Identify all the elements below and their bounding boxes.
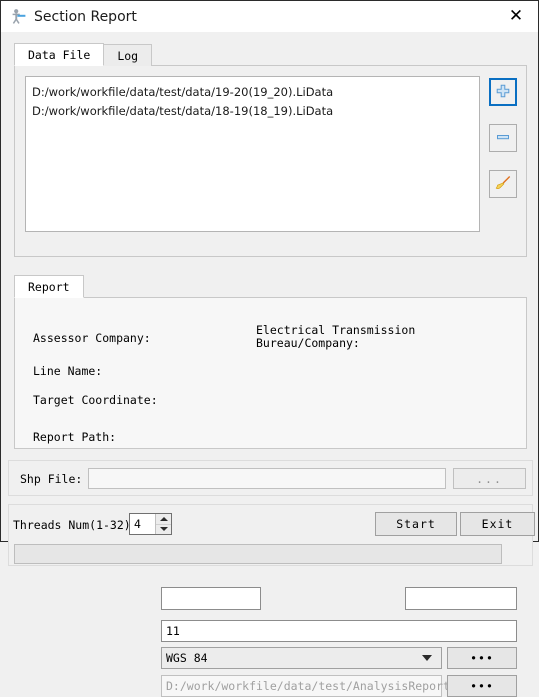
triangle-up-icon: [159, 516, 168, 521]
minus-icon: [495, 129, 511, 148]
start-button[interactable]: Start: [375, 512, 457, 536]
tab-data-file[interactable]: Data File: [14, 43, 105, 66]
file-list-buttons: [489, 76, 517, 232]
report-path-row: Report Path:: [33, 430, 116, 444]
data-file-tabwidget: Data File Log D:/work/workfile/data/test…: [14, 43, 527, 258]
target-coordinate-label: Target Coordinate:: [33, 393, 158, 407]
stepper-up-button[interactable]: [156, 514, 171, 525]
progress-bar: [14, 544, 502, 564]
threads-num-value[interactable]: 4: [130, 514, 155, 534]
app-person-icon: [10, 8, 27, 25]
line-name-field[interactable]: 11: [161, 620, 517, 642]
assessor-company-row: Assessor Company:: [33, 331, 151, 345]
tab-data-file-label: Data File: [28, 47, 91, 62]
target-coordinate-browse-button[interactable]: •••: [447, 647, 517, 669]
data-file-panel: D:/work/workfile/data/test/data/19-20(19…: [14, 65, 527, 257]
list-item[interactable]: D:/work/workfile/data/test/data/18-19(18…: [32, 102, 474, 121]
shp-file-browse-button[interactable]: ...: [453, 468, 526, 489]
electrical-bureau-label-line2: Bureau/Company:: [256, 336, 360, 350]
tab-report[interactable]: Report: [14, 275, 84, 298]
line-name-row: Line Name:: [33, 364, 102, 378]
clear-files-button[interactable]: [489, 170, 517, 198]
report-panel: Assessor Company: Electrical Transmissio…: [14, 297, 527, 697]
brush-icon: [494, 174, 512, 195]
top-tabbar: Data File Log: [14, 43, 527, 66]
line-name-label: Line Name:: [33, 364, 103, 378]
chevron-down-icon: [422, 655, 432, 661]
window-body: Data File Log D:/work/workfile/data/test…: [1, 32, 538, 697]
assessor-company-field[interactable]: [161, 587, 261, 610]
stepper-down-button[interactable]: [156, 524, 171, 534]
shp-file-group: Shp File: ...: [8, 460, 533, 496]
report-path-field[interactable]: D:/work/workfile/data/test/AnalysisRepor…: [161, 675, 457, 697]
plus-icon: [495, 83, 511, 102]
file-list[interactable]: D:/work/workfile/data/test/data/19-20(19…: [25, 76, 480, 232]
report-tabwidget: Report Assessor Company: Electrical Tran…: [14, 275, 527, 697]
tab-report-label: Report: [28, 279, 70, 294]
close-icon[interactable]: ✕: [494, 1, 538, 32]
bottom-group: Threads Num(1-32): 4 Start Exit: [8, 504, 535, 566]
exit-button[interactable]: Exit: [460, 512, 535, 536]
assessor-company-label: Assessor Company:: [33, 331, 151, 345]
tab-log-label: Log: [117, 48, 139, 63]
electrical-bureau-field[interactable]: [405, 587, 517, 610]
tab-log[interactable]: Log: [103, 44, 153, 66]
window-title: Section Report: [34, 8, 137, 25]
file-list-row: D:/work/workfile/data/test/data/19-20(19…: [15, 66, 526, 241]
list-item[interactable]: D:/work/workfile/data/test/data/19-20(19…: [32, 83, 474, 102]
add-file-button[interactable]: [489, 78, 517, 106]
electrical-bureau-label-group: Electrical Transmission Bureau/Company:: [256, 324, 415, 350]
triangle-down-icon: [159, 527, 168, 532]
threads-num-stepper[interactable]: 4: [129, 513, 172, 535]
report-path-label: Report Path:: [33, 430, 117, 444]
section-report-window: Section Report ✕ Data File Log D:/work/w…: [0, 0, 539, 697]
threads-num-arrows: [155, 514, 171, 534]
threads-num-label: Threads Num(1-32):: [13, 518, 138, 532]
title-bar: Section Report ✕: [1, 1, 538, 32]
target-coordinate-row: Target Coordinate:: [33, 393, 158, 407]
target-coordinate-select[interactable]: WGS 84: [161, 647, 442, 669]
report-tabbar: Report: [14, 275, 527, 298]
remove-file-button[interactable]: [489, 124, 517, 152]
shp-file-label: Shp File:: [20, 472, 83, 486]
report-path-browse-button[interactable]: •••: [447, 675, 517, 697]
shp-file-field[interactable]: [88, 468, 446, 489]
target-coordinate-value: WGS 84: [166, 651, 208, 665]
